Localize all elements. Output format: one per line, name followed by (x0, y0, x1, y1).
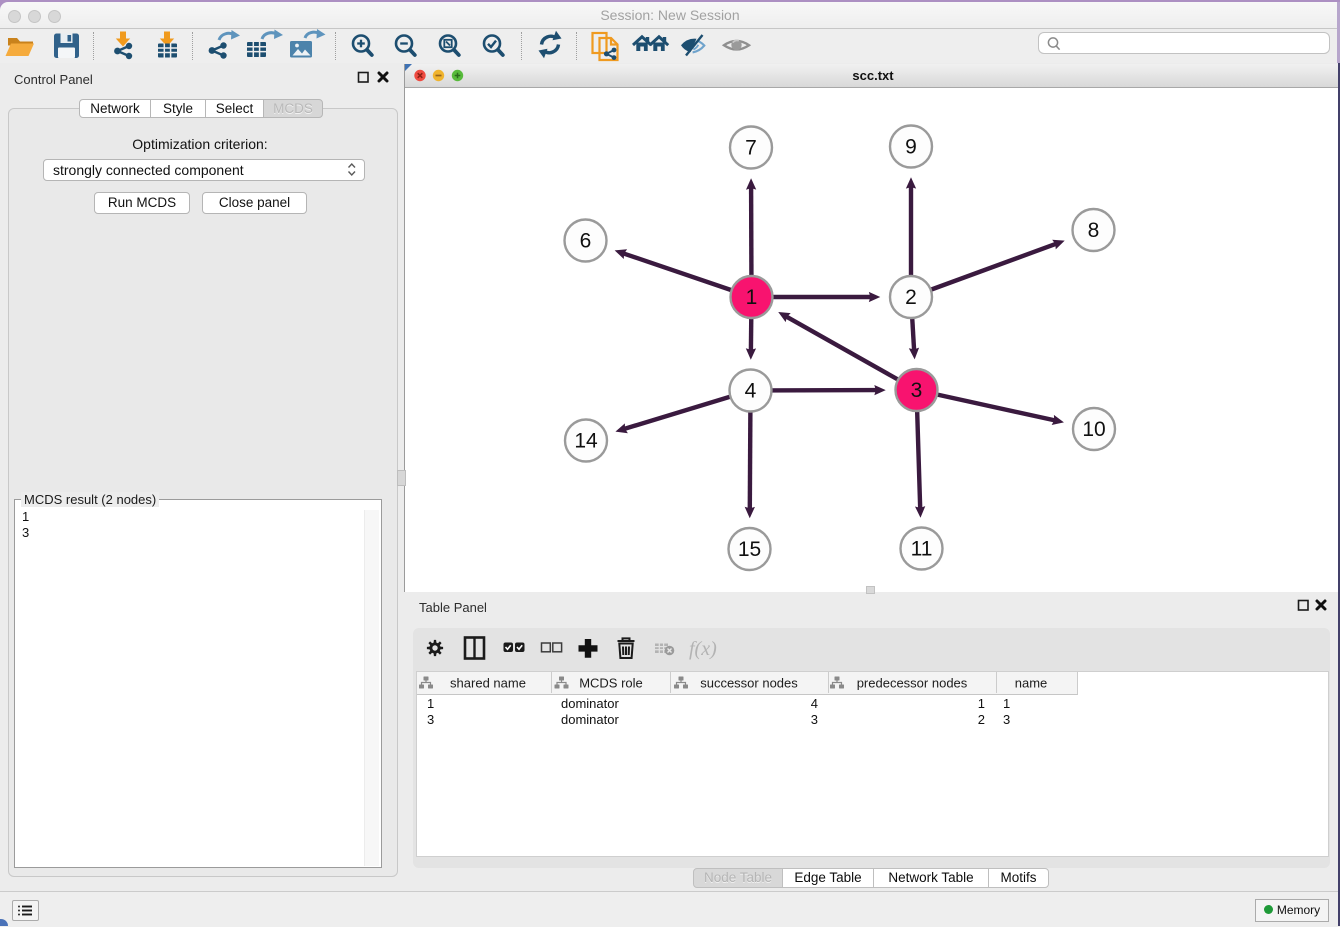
svg-text:8: 8 (1088, 219, 1100, 242)
svg-text:2: 2 (905, 286, 917, 309)
svg-text:3: 3 (911, 379, 923, 402)
svg-text:6: 6 (580, 230, 592, 253)
svg-text:shared name: shared name (450, 676, 526, 691)
svg-text:name: name (1015, 676, 1048, 691)
svg-text:14: 14 (574, 430, 598, 453)
svg-text:15: 15 (738, 538, 761, 561)
svg-text:predecessor nodes: predecessor nodes (857, 676, 968, 691)
svg-text:4: 4 (745, 380, 757, 403)
svg-text:MCDS role: MCDS role (579, 676, 643, 691)
svg-text:7: 7 (745, 137, 757, 160)
svg-text:10: 10 (1082, 418, 1105, 441)
svg-text:successor nodes: successor nodes (700, 676, 798, 691)
svg-text:9: 9 (905, 136, 917, 159)
svg-text:11: 11 (911, 538, 933, 561)
svg-text:f(x): f(x) (689, 638, 717, 660)
svg-text:1: 1 (746, 286, 758, 309)
